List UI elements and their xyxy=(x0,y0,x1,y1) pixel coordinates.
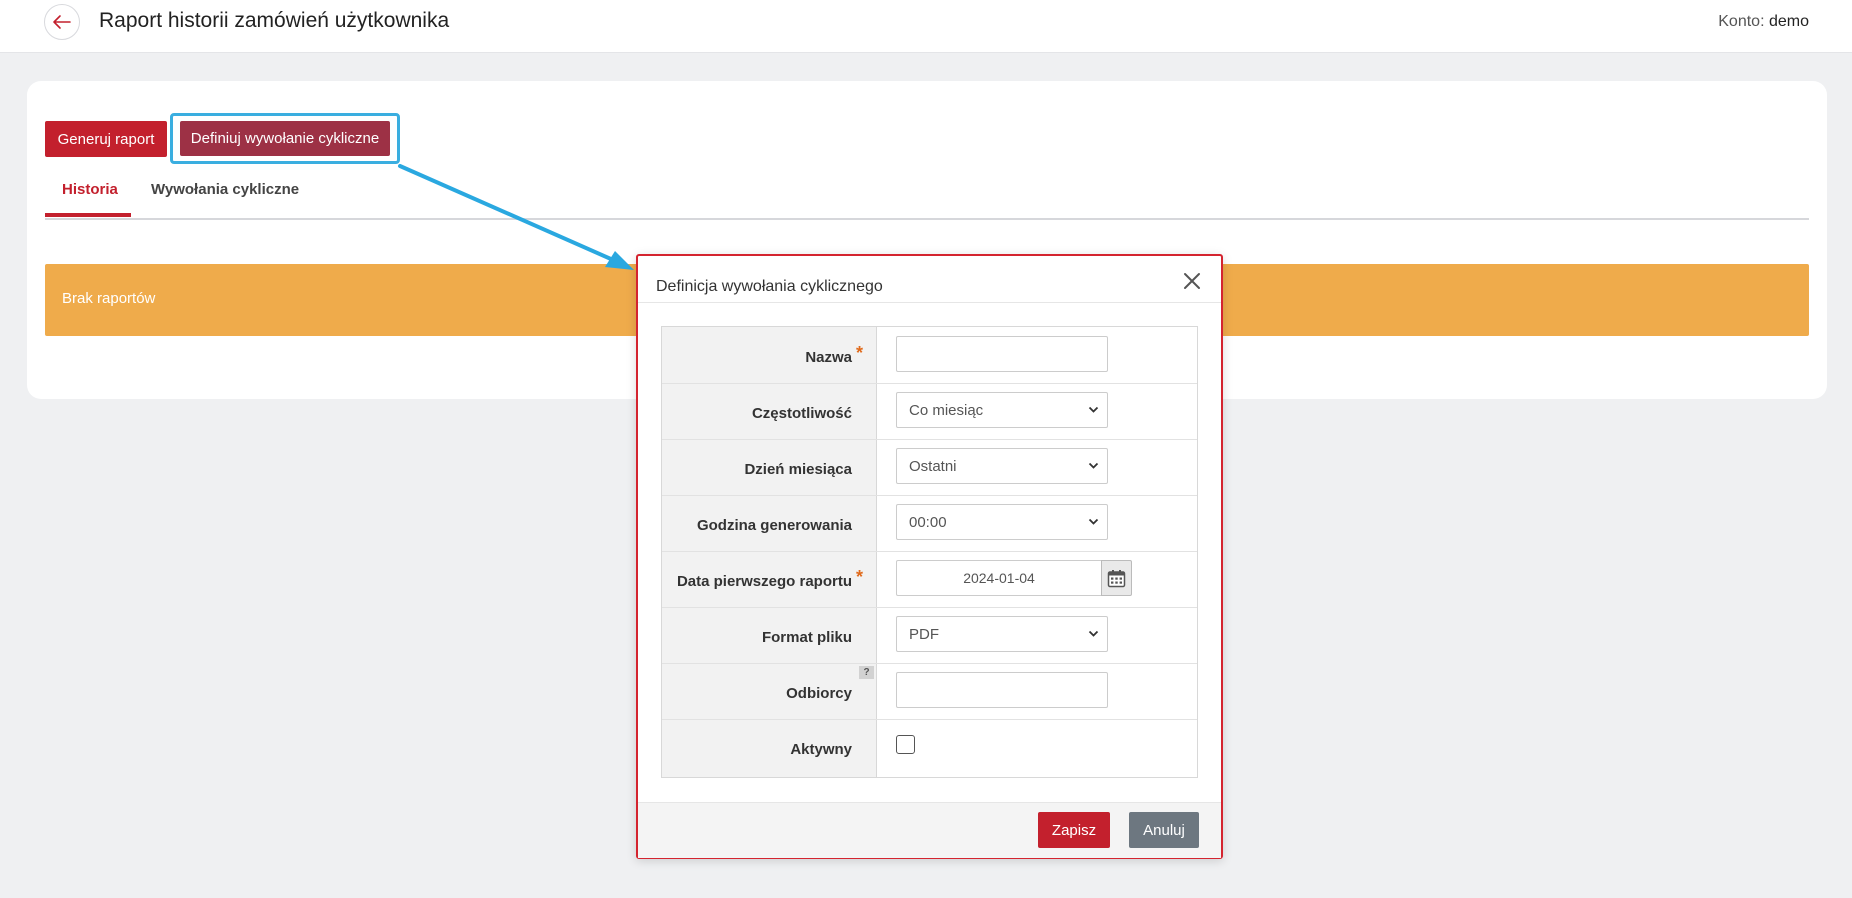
day-select[interactable]: Ostatni xyxy=(896,448,1108,484)
chevron-down-icon xyxy=(1088,462,1099,469)
dialog-title: Definicja wywołania cyklicznego xyxy=(656,278,883,295)
first-date-input[interactable]: 2024-01-04 xyxy=(896,560,1102,596)
name-input[interactable] xyxy=(896,336,1108,372)
hour-select[interactable]: 00:00 xyxy=(896,504,1108,540)
help-icon[interactable]: ? xyxy=(859,666,874,679)
arrow-left-icon xyxy=(53,15,71,29)
page-title: Raport historii zamówień użytkownika xyxy=(99,9,450,32)
row-first-date: Data pierwszego raportu * 2024-01-04 xyxy=(662,551,1197,608)
format-value: PDF xyxy=(909,626,939,643)
name-label: Nazwa * xyxy=(805,343,863,366)
first-date-label: Data pierwszego raportu * xyxy=(676,567,863,590)
define-cyclic-button[interactable]: Definiuj wywołanie cykliczne xyxy=(180,121,390,156)
frequency-label: Częstotliwość xyxy=(751,405,852,422)
row-recipients: ? Odbiorcy xyxy=(662,663,1197,720)
save-button[interactable]: Zapisz xyxy=(1038,812,1110,848)
account-info: Konto: demo xyxy=(1718,13,1809,31)
chevron-down-icon xyxy=(1088,630,1099,637)
account-value: demo xyxy=(1768,13,1809,30)
define-cyclic-highlight: Definiuj wywołanie cykliczne xyxy=(170,113,400,164)
tab-cyclic-calls[interactable]: Wywołania cykliczne xyxy=(151,181,299,198)
day-value: Ostatni xyxy=(909,458,957,475)
tab-history[interactable]: Historia xyxy=(62,181,118,198)
banner-text: Brak raportów xyxy=(62,290,156,307)
chevron-down-icon xyxy=(1088,518,1099,525)
dialog-header: Definicja wywołania cyklicznego xyxy=(638,256,1221,303)
frequency-select[interactable]: Co miesiąc xyxy=(896,392,1108,428)
first-date-picker: 2024-01-04 xyxy=(896,560,1132,596)
active-tab-indicator xyxy=(45,213,131,217)
format-label: Format pliku xyxy=(761,629,852,646)
generate-report-button[interactable]: Generuj raport xyxy=(45,121,167,157)
recipients-label: Odbiorcy xyxy=(786,685,852,702)
close-icon[interactable] xyxy=(1181,270,1203,292)
recipients-input[interactable] xyxy=(896,672,1108,708)
tab-bar: Historia Wywołania cykliczne xyxy=(45,177,1809,220)
required-mark: * xyxy=(855,343,863,363)
form-table: Nazwa * Częstotliwość Co miesiąc Dzień mi… xyxy=(661,326,1198,778)
row-hour: Godzina generowania 00:00 xyxy=(662,495,1197,552)
row-active: Aktywny xyxy=(662,719,1197,775)
calendar-button[interactable] xyxy=(1101,560,1132,596)
top-bar: Raport historii zamówień użytkownika Kon… xyxy=(0,0,1852,53)
active-label: Aktywny xyxy=(790,741,852,758)
close-x-icon xyxy=(1184,273,1200,289)
dialog-footer: Zapisz Anuluj xyxy=(638,802,1221,858)
format-select[interactable]: PDF xyxy=(896,616,1108,652)
calendar-icon xyxy=(1107,569,1126,587)
hour-label: Godzina generowania xyxy=(696,517,852,534)
row-name: Nazwa * xyxy=(662,327,1197,384)
row-frequency: Częstotliwość Co miesiąc xyxy=(662,383,1197,440)
active-checkbox[interactable] xyxy=(896,735,915,754)
cyclic-definition-dialog: Definicja wywołania cyklicznego Nazwa * C… xyxy=(636,254,1223,859)
account-label: Konto: xyxy=(1718,13,1765,30)
back-button[interactable] xyxy=(44,4,80,40)
row-format: Format pliku PDF xyxy=(662,607,1197,664)
row-day: Dzień miesiąca Ostatni xyxy=(662,439,1197,496)
cancel-button[interactable]: Anuluj xyxy=(1129,812,1199,848)
chevron-down-icon xyxy=(1088,406,1099,413)
hour-value: 00:00 xyxy=(909,514,947,531)
frequency-value: Co miesiąc xyxy=(909,402,984,419)
required-mark: * xyxy=(855,567,863,587)
day-label: Dzień miesiąca xyxy=(744,461,852,478)
